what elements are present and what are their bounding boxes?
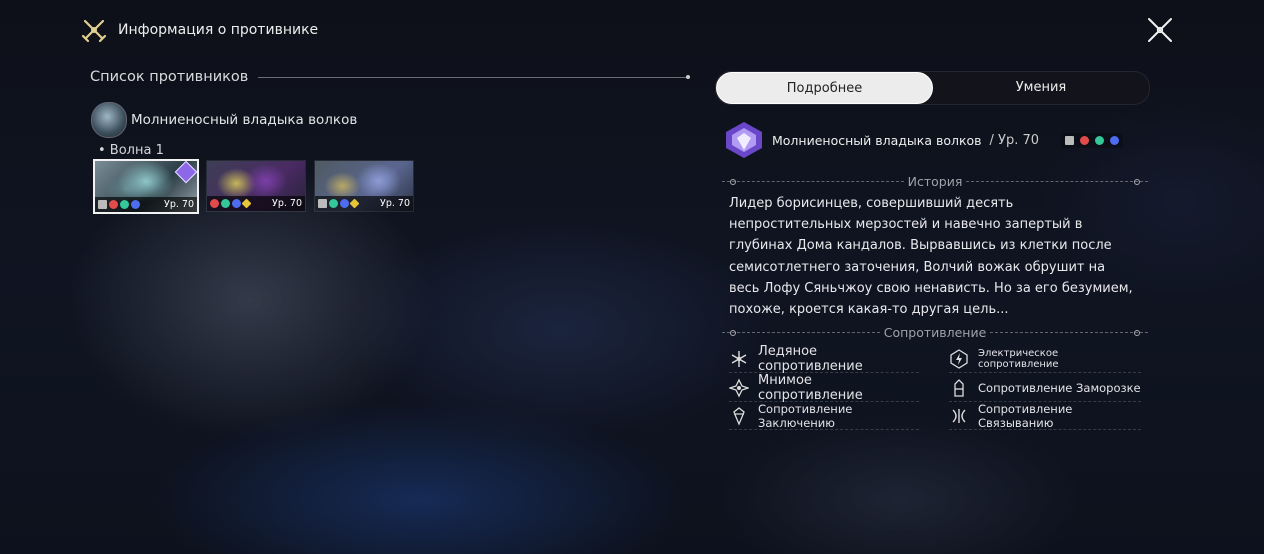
ice-resistance-icon xyxy=(731,351,747,367)
entanglement-resistance-icon xyxy=(952,409,966,423)
weakness-icons xyxy=(1061,132,1124,148)
story-header: История xyxy=(722,174,1149,189)
divider xyxy=(722,330,880,336)
page-title: Информация о противнике xyxy=(118,22,319,38)
enemy-list-heading: Список противников xyxy=(90,69,690,85)
crossed-swords-icon xyxy=(81,19,107,43)
wind-icon xyxy=(329,199,338,208)
close-button[interactable] xyxy=(1146,16,1174,44)
enemy-level: Ур. 70 xyxy=(272,198,302,209)
header: Информация о противнике xyxy=(80,16,318,44)
boss-name: Молниеносный владыка волков xyxy=(131,112,358,128)
enemy-card-3[interactable]: Ур. 70 xyxy=(314,160,414,212)
resistance-label: Сопротивление Заморозке xyxy=(978,381,1141,395)
resistance-item: Ледяное сопротивление xyxy=(729,344,919,374)
lightning-icon xyxy=(232,199,241,208)
wind-icon xyxy=(221,199,230,208)
wind-icon xyxy=(120,200,129,209)
boss-avatar xyxy=(91,102,127,138)
enemy-level: Ур. 70 xyxy=(164,199,194,210)
imaginary-icon xyxy=(349,198,360,209)
enemy-level: Ур. 70 xyxy=(380,198,410,209)
tab-details[interactable]: Подробнее xyxy=(716,72,933,104)
detail-tabs: Подробнее Умения xyxy=(715,71,1150,105)
imprisonment-resistance-icon xyxy=(733,407,745,426)
lightning-icon xyxy=(340,199,349,208)
card-info-bar: Ур. 70 xyxy=(315,196,413,211)
resistance-header: Сопротивление xyxy=(722,325,1149,340)
enemy-name: Молниеносный владыка волков xyxy=(772,132,982,148)
imaginary-icon xyxy=(241,198,252,209)
resistance-item: Электрическое сопротивление xyxy=(949,346,1141,373)
physical-icon xyxy=(318,199,327,208)
resistance-title: Сопротивление xyxy=(883,325,987,340)
resistance-item: Сопротивление Связыванию xyxy=(949,402,1141,430)
lightning-icon xyxy=(131,200,140,209)
fire-icon xyxy=(210,199,219,208)
resistance-label: Электрическое сопротивление xyxy=(978,348,1059,370)
fire-icon xyxy=(109,200,118,209)
enemy-card-2[interactable]: Ур. 70 xyxy=(206,160,306,212)
tab-skills[interactable]: Умения xyxy=(933,72,1149,104)
lightning-icon xyxy=(1110,135,1120,145)
resistance-item: Сопротивление Заморозке xyxy=(949,375,1141,402)
enemy-list-title: Список противников xyxy=(90,69,249,85)
wave-label: • Волна 1 xyxy=(98,143,164,158)
divider xyxy=(966,179,1149,185)
imaginary-resistance-icon xyxy=(729,378,749,398)
wind-icon xyxy=(1095,135,1105,145)
card-info-bar: Ур. 70 xyxy=(207,196,305,211)
story-title: История xyxy=(907,174,963,189)
divider xyxy=(990,330,1149,336)
enemy-card-1[interactable]: Ур. 70 xyxy=(93,159,199,214)
fire-icon xyxy=(1080,135,1090,145)
physical-icon xyxy=(98,200,107,209)
resistance-label: Сопротивление Связыванию xyxy=(978,402,1073,430)
resistance-item: Сопротивление Заключению xyxy=(729,402,919,430)
card-info-bar: Ур. 70 xyxy=(95,197,197,212)
freeze-resistance-icon xyxy=(954,379,964,397)
boss-entry[interactable]: Молниеносный владыка волков xyxy=(91,102,357,138)
lightning-path-emblem-icon xyxy=(726,122,762,158)
enemy-summary: Молниеносный владыка волков / Ур. 70 xyxy=(722,122,1124,158)
resistance-label: Мнимое сопротивление xyxy=(758,373,863,403)
resistance-item: Мнимое сопротивление xyxy=(729,373,919,403)
resistance-label: Ледяное сопротивление xyxy=(758,344,863,374)
physical-icon xyxy=(1065,135,1075,145)
divider xyxy=(258,74,690,79)
lightning-resistance-icon xyxy=(950,349,968,369)
story-text: Лидер борисинцев, совершивший десять неп… xyxy=(729,196,1133,318)
enemy-level: / Ур. 70 xyxy=(989,132,1040,148)
enemy-cards: Ур. 70 Ур. 70 Ур. 70 xyxy=(93,159,414,214)
divider xyxy=(722,179,904,185)
resistance-label: Сопротивление Заключению xyxy=(758,402,853,430)
